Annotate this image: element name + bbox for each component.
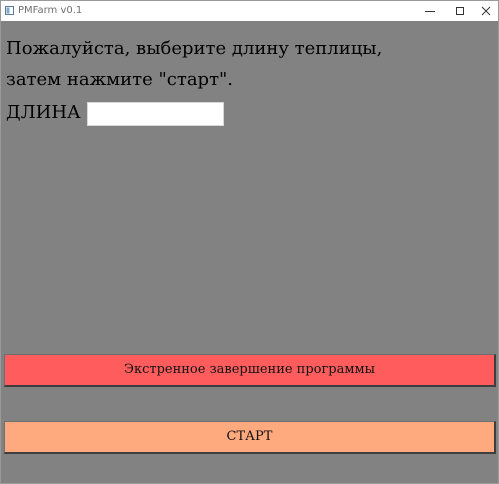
length-label: ДЛИНА [6, 102, 81, 123]
maximize-icon [456, 7, 464, 15]
window-title: PMFarm v0.1 [18, 5, 83, 16]
title-bar[interactable]: PMFarm v0.1 [1, 1, 498, 21]
emergency-exit-button[interactable]: Экстренное завершение программы [4, 354, 496, 387]
close-icon [481, 6, 491, 16]
minimize-icon [425, 11, 435, 12]
app-window: PMFarm v0.1 Пожалуйста, выберите длину т… [0, 0, 499, 484]
close-button[interactable] [469, 1, 498, 21]
instruction-line-1: Пожалуйста, выберите длину теплицы, [6, 38, 383, 59]
instruction-line-2: затем нажмите "старт". [6, 69, 234, 90]
length-input[interactable] [87, 102, 224, 126]
minimize-button[interactable] [413, 1, 447, 21]
main-content: Пожалуйста, выберите длину теплицы, зате… [1, 21, 498, 483]
app-icon [5, 6, 14, 15]
start-button[interactable]: СТАРТ [4, 421, 496, 454]
